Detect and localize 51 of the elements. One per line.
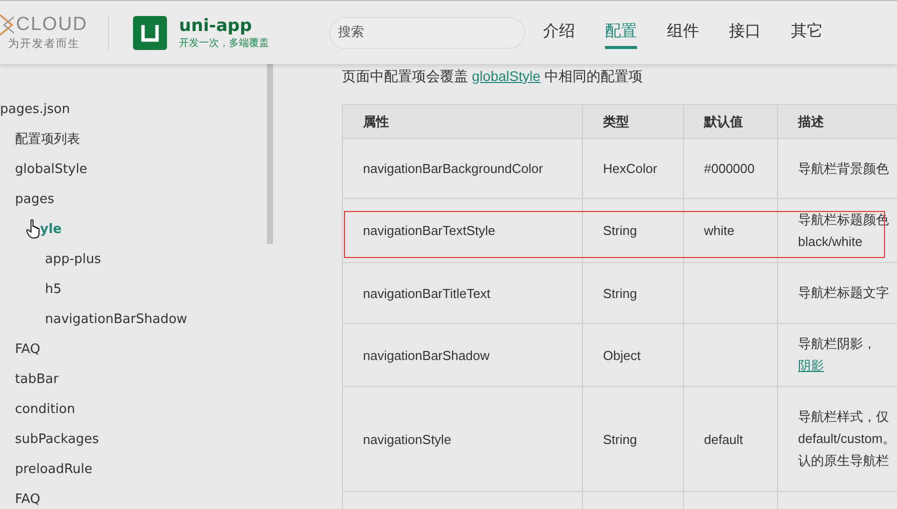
search-field[interactable]: 搜索 (329, 16, 525, 48)
sidebar-item[interactable]: h5 (45, 282, 62, 296)
description-line: 导航栏样式，仅 (798, 408, 890, 426)
column-header: 描述 (778, 104, 897, 138)
sidebar-item[interactable]: 配置项列表 (15, 130, 80, 148)
description-line: default/custom。 (798, 430, 897, 448)
sidebar-item[interactable]: FAQ (15, 492, 40, 506)
product-tagline: 开发一次，多端覆盖 (179, 36, 270, 50)
description-line: 导航栏背景颜色 (798, 160, 890, 178)
table-cell: Object (582, 324, 684, 386)
nav-tab[interactable]: 接口 (729, 16, 761, 48)
table-cell: navigationBarBackgroundColor (342, 138, 582, 198)
table-cell: String (582, 262, 684, 324)
brand-slogan: 为开发者而生 (8, 36, 81, 51)
nav-tab[interactable]: 配置 (605, 16, 637, 48)
hand-cursor-icon (26, 219, 42, 239)
sidebar-item[interactable]: preloadRule (15, 462, 92, 476)
intro-text: 页面中配置项会覆盖 globalStyle 中相同的配置项 (342, 68, 644, 86)
chevron-logo-icon (0, 14, 14, 36)
sidebar-item[interactable]: tabBar (15, 372, 59, 386)
column-header: 默认值 (684, 104, 778, 138)
table-cell: HexColor (582, 138, 684, 198)
sidebar-item[interactable]: subPackages (15, 432, 99, 446)
sidebar-item[interactable]: navigationBarShadow (45, 312, 188, 326)
table-cell: default (684, 386, 778, 492)
table-cell: white (684, 198, 778, 262)
table-cell: navigationBarTextStyle (342, 198, 582, 262)
nav-tab[interactable]: 其它 (791, 16, 823, 48)
description-line: 导航栏阴影， (798, 335, 877, 353)
description-line: black/white (798, 232, 864, 250)
table-cell: String (582, 386, 684, 492)
table-cell: #000000 (684, 138, 778, 198)
product-name[interactable]: uni-app (179, 16, 329, 36)
nav-tab[interactable]: 介绍 (543, 16, 575, 48)
column-header: 属性 (342, 104, 582, 138)
description-line: 导航栏标题文字 (798, 284, 890, 302)
description-line: 认的原生导航栏 (798, 452, 890, 470)
table-cell: navigationStyle (342, 386, 582, 492)
sidebar-item[interactable]: pages.json (0, 102, 70, 116)
table-cell: navigationBarShadow (342, 324, 582, 386)
sidebar-item[interactable]: condition (15, 402, 76, 416)
nav-tab[interactable]: 组件 (667, 16, 699, 48)
app-logo-icon[interactable] (133, 16, 167, 50)
sidebar-item[interactable]: app-plus (45, 252, 102, 266)
table-cell: navigationBarTitleText (342, 262, 582, 324)
sidebar-item[interactable]: globalStyle (15, 162, 88, 176)
sidebar-item[interactable]: FAQ (15, 342, 40, 356)
table-cell: String (582, 198, 684, 262)
sidebar-item[interactable]: pages (15, 192, 54, 206)
column-header: 类型 (582, 104, 684, 138)
scrollbar-thumb[interactable] (267, 64, 273, 244)
